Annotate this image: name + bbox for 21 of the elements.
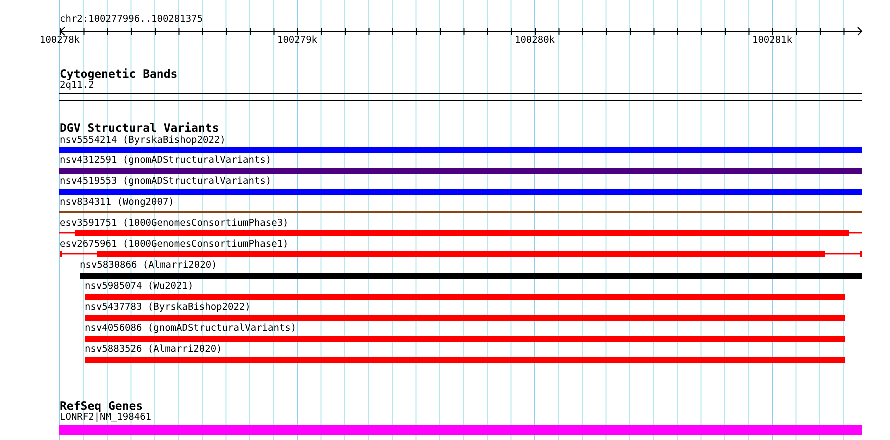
feature-label: nsv5437783 (ByrskaBishop2022) [85, 302, 251, 313]
track-title: Cytogenetic Bands [60, 68, 178, 81]
feature-label: esv2675961 (1000GenomesConsortiumPhase1) [60, 239, 289, 250]
ruler-label: 100281k [752, 35, 793, 46]
feature-label: nsv834311 (Wong2007) [60, 197, 174, 208]
ruler-label: 100279k [277, 35, 318, 46]
ruler-label: 100280k [514, 35, 556, 46]
location-label: chr2:100277996..100281375 [60, 14, 203, 25]
feature-label: esv3591751 (1000GenomesConsortiumPhase3) [60, 218, 289, 229]
feature-label: nsv5985074 (Wu2021) [85, 281, 194, 292]
feature-label: LONRF2|NM_198461 [60, 412, 152, 423]
track-title: RefSeq Genes [60, 400, 144, 413]
feature-label: nsv5883526 (Almarri2020) [85, 344, 222, 355]
feature-label: nsv4056086 (gnomADStructuralVariants) [85, 323, 297, 334]
feature-label: nsv4519553 (gnomADStructuralVariants) [60, 176, 272, 187]
track-title: DGV Structural Variants [60, 122, 220, 135]
feature-label: nsv4312591 (gnomADStructuralVariants) [60, 155, 272, 166]
feature-label: nsv5830866 (Almarri2020) [80, 260, 218, 271]
feature-label: nsv5554214 (ByrskaBishop2022) [60, 135, 226, 146]
feature-label: 2q11.2 [60, 80, 94, 91]
ruler-label: 100278k [40, 35, 80, 46]
